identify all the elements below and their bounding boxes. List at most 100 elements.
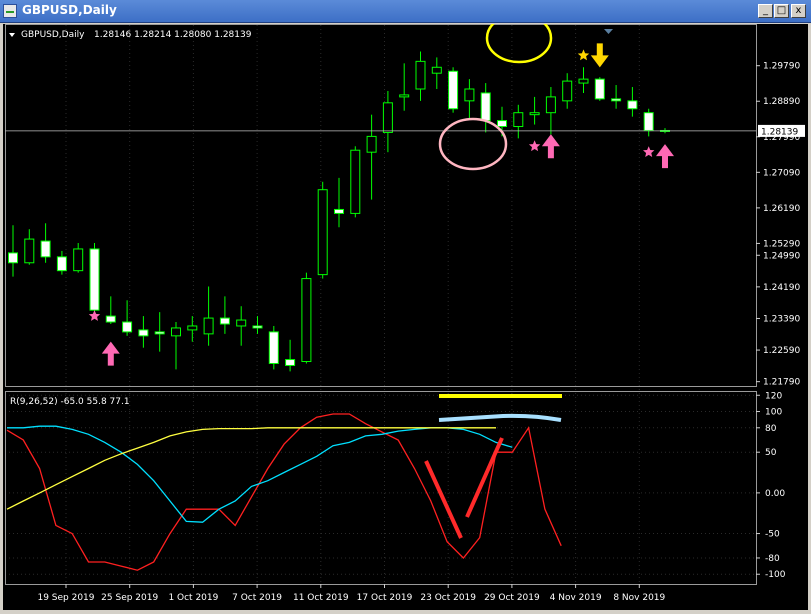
symbol-label: GBPUSD,Daily	[21, 30, 85, 40]
chart-canvas[interactable]: 1.297901.288901.279901.270901.261901.252…	[3, 12, 808, 610]
indicator-tick-label: 0.00	[765, 489, 785, 499]
star-marker-icon	[643, 146, 655, 157]
price-candles	[8, 51, 670, 372]
axes: 1.297901.288901.279901.270901.261901.252…	[5, 24, 805, 603]
candle-body	[105, 315, 116, 323]
down-arrow-marker-icon	[590, 43, 609, 68]
indicator-panel-border	[5, 391, 757, 585]
date-tick-label: 19 Sep 2019	[37, 593, 94, 603]
window-title: GBPUSD,Daily	[22, 3, 117, 17]
date-tick-label: 11 Oct 2019	[293, 593, 349, 603]
shift-marker-icon[interactable]	[604, 29, 613, 34]
star-marker-icon	[528, 140, 541, 152]
candle-body	[203, 317, 214, 335]
candle-body	[627, 100, 638, 110]
annotations	[424, 12, 562, 539]
candle-body	[252, 325, 263, 329]
date-tick-label: 23 Oct 2019	[420, 593, 476, 603]
price-panel-border	[5, 24, 757, 387]
minimize-button[interactable]: _	[758, 4, 773, 18]
candle-body	[545, 96, 556, 114]
grid-lines	[5, 25, 756, 584]
candle-body	[350, 149, 361, 214]
chart-window-icon	[3, 4, 17, 18]
indicator-tick-label: 80	[765, 424, 777, 434]
candle-body	[382, 102, 393, 133]
light-blue-marker-line	[438, 413, 562, 422]
price-tick-label: 1.24190	[763, 283, 800, 293]
indicator-label: R(9,26,52) -65.0 55.8 77.1	[10, 397, 130, 407]
indicator-line	[7, 425, 513, 523]
price-tick-label: 1.24990	[763, 251, 800, 261]
date-tick-label: 7 Oct 2019	[232, 593, 282, 603]
indicator-tick-label: 120	[765, 391, 782, 401]
candle-body	[122, 321, 133, 333]
signal-markers	[88, 43, 674, 366]
up-arrow-marker-icon	[101, 341, 120, 366]
candle-body	[562, 80, 573, 102]
up-arrow-marker-icon	[541, 134, 560, 159]
candle-body	[578, 78, 589, 84]
candle-body	[497, 120, 507, 128]
indicator-tick-label: -100	[765, 570, 786, 580]
date-tick-label: 4 Nov 2019	[550, 593, 602, 603]
candle-body	[399, 94, 410, 98]
red-down-stroke	[424, 460, 463, 539]
candle-body	[56, 256, 67, 272]
window-title-bar[interactable]: GBPUSD,Daily _ □ x	[0, 0, 811, 23]
price-tick-label: 1.21790	[763, 378, 800, 388]
maximize-button[interactable]: □	[774, 4, 789, 18]
indicator-tick-label: 50	[765, 448, 777, 458]
price-tick-label: 1.27090	[763, 168, 800, 178]
chart-menu-triangle-icon[interactable]	[9, 33, 15, 37]
candle-body	[171, 327, 181, 337]
date-tick-label: 1 Oct 2019	[168, 593, 218, 603]
ohlc-readout: 1.28146 1.28214 1.28080 1.28139	[94, 30, 252, 40]
up-arrow-marker-icon	[656, 144, 674, 169]
last-price-label: 1.28139	[761, 127, 798, 137]
candle-body	[89, 248, 100, 311]
candle-body	[431, 66, 442, 74]
price-tick-label: 1.23390	[763, 314, 800, 324]
candle-body	[73, 248, 84, 272]
date-tick-label: 25 Sep 2019	[101, 593, 158, 603]
candle-body	[8, 252, 18, 264]
star-marker-icon	[88, 310, 101, 321]
indicator-tick-label: -50	[765, 530, 780, 540]
candle-body	[138, 329, 149, 337]
candle-body	[154, 331, 165, 335]
candle-body	[219, 317, 230, 325]
price-tick-label: 1.29790	[763, 62, 800, 72]
candle-body	[366, 135, 377, 153]
candle-body	[611, 98, 622, 102]
chart-frame[interactable]: 1.29790 1.28890 1.27990 1.27090 1.26190 1.252…	[3, 12, 808, 610]
candle-body	[40, 240, 51, 258]
candle-body	[415, 60, 426, 90]
yellow-highlight-circle	[485, 12, 553, 64]
candle-body	[285, 359, 296, 366]
candle-body	[187, 325, 198, 331]
pink-highlight-circle	[438, 117, 508, 171]
candle-body	[334, 208, 344, 214]
red-up-stroke	[465, 437, 504, 518]
candle-body	[301, 278, 312, 363]
indicator-tick-label: 100	[765, 408, 782, 418]
price-tick-label: 1.25290	[763, 239, 800, 249]
candle-body	[464, 88, 475, 102]
date-tick-label: 17 Oct 2019	[357, 593, 413, 603]
candle-body	[236, 319, 247, 327]
candle-body	[24, 238, 35, 264]
candle-body	[529, 112, 540, 116]
candle-body	[643, 112, 654, 131]
candle-body	[448, 70, 459, 110]
candle-body	[594, 78, 605, 100]
price-tick-label: 1.28890	[763, 97, 800, 107]
candle-body	[268, 331, 279, 364]
close-button[interactable]: x	[791, 4, 806, 18]
date-tick-label: 8 Nov 2019	[613, 593, 665, 603]
price-tick-label: 1.26190	[763, 204, 800, 214]
candle-body	[480, 92, 491, 122]
candle-body	[513, 112, 524, 128]
price-tick-label: 1.22590	[763, 346, 800, 356]
star-marker-icon	[577, 49, 590, 61]
